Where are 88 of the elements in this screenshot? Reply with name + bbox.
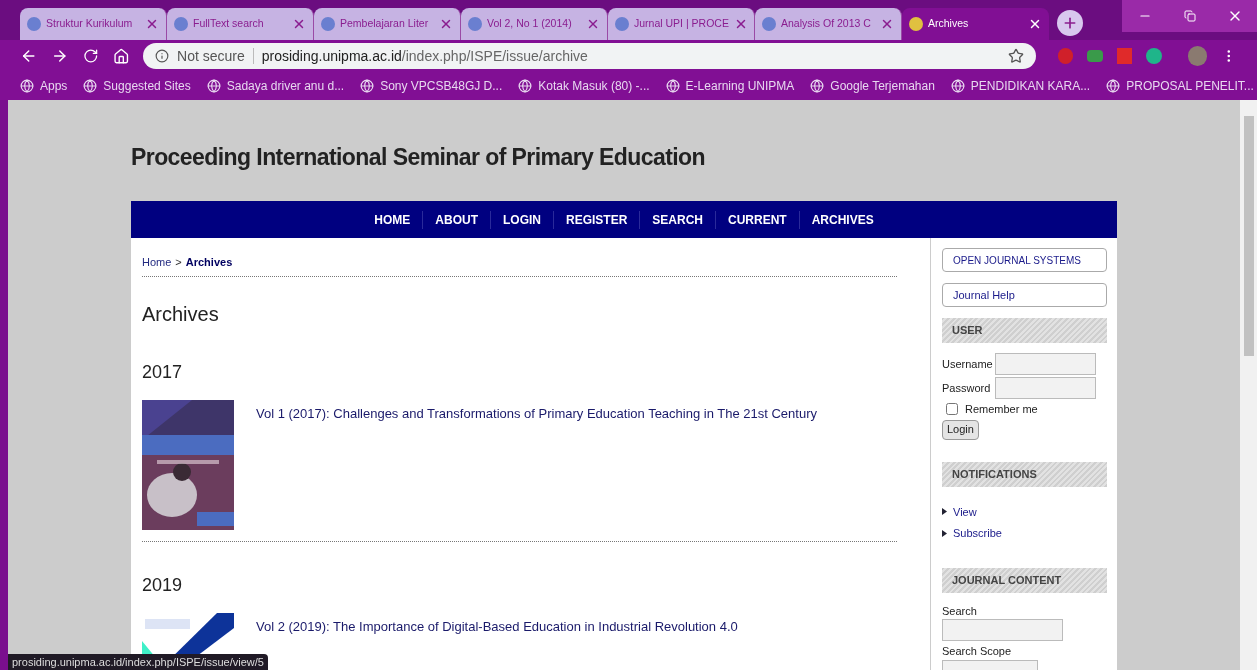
sidebar-button[interactable]: OPEN JOURNAL SYSTEMS xyxy=(942,248,1107,272)
issue-link[interactable]: Vol 2 (2019): The Importance of Digital-Based Education in Industrial Revolution 4.0 xyxy=(256,616,738,636)
bookmark-item[interactable]: Google Terjemahan xyxy=(810,77,935,95)
bookmark-item[interactable]: Sadaya driver anu d... xyxy=(206,77,345,95)
close-icon[interactable] xyxy=(439,17,453,31)
page-heading: Archives xyxy=(142,301,220,327)
field-label: Username xyxy=(942,356,993,372)
breadcrumb-separator: > xyxy=(175,255,182,270)
nav-link[interactable]: CURRENT xyxy=(715,210,799,229)
reload-icon[interactable] xyxy=(82,48,99,64)
field-label: Search Scope xyxy=(942,644,1013,659)
bookmark-star-icon[interactable] xyxy=(1007,48,1024,64)
site-favicon-icon xyxy=(321,17,335,31)
section-header: JOURNAL CONTENT xyxy=(942,567,1107,593)
bookmark-item[interactable]: Suggested Sites xyxy=(83,77,191,95)
restore-icon xyxy=(1183,10,1196,22)
field-label: Search xyxy=(942,603,978,619)
extension-icon[interactable] xyxy=(1146,48,1162,64)
browser-tab[interactable]: Archives xyxy=(902,8,1049,40)
globe-icon xyxy=(1106,79,1121,93)
browser-tab[interactable]: Analysis Of 2013 C xyxy=(755,8,902,40)
profile-avatar[interactable] xyxy=(1188,46,1208,66)
address-bar[interactable]: Not secure prosiding.unipma.ac.id/index.php/ISPE/issue/archive xyxy=(143,43,1036,69)
globe-icon xyxy=(206,79,221,93)
bookmark-item[interactable]: Sony VPCSB48GJ D... xyxy=(360,77,503,95)
nav-link[interactable]: REGISTER xyxy=(553,210,640,229)
bookmark-item[interactable]: E-Learning UNIPMA xyxy=(665,77,795,95)
browser-tab[interactable]: FullText search xyxy=(167,8,314,40)
browser-tab[interactable]: Struktur Kurikulum xyxy=(20,8,167,40)
close-icon[interactable] xyxy=(292,17,306,31)
close-icon[interactable] xyxy=(880,17,894,31)
globe-icon xyxy=(83,79,98,93)
remember-checkbox[interactable] xyxy=(946,403,958,416)
nav-link[interactable]: ABOUT xyxy=(422,210,490,229)
plus-icon xyxy=(1062,15,1078,31)
home-icon[interactable] xyxy=(112,47,130,65)
globe-icon xyxy=(360,79,375,93)
login-button[interactable]: Login xyxy=(942,419,979,440)
sidebar-link[interactable]: View xyxy=(942,503,1107,520)
close-button[interactable] xyxy=(1212,0,1257,32)
section-header: USER xyxy=(942,318,1107,343)
bookmark-item[interactable]: PROPOSAL PENELIT... xyxy=(1106,77,1254,95)
site-favicon-icon xyxy=(27,17,41,31)
bookmark-item[interactable]: Apps xyxy=(20,77,68,95)
year-heading: 2019 xyxy=(142,573,184,597)
bullet-icon xyxy=(942,529,947,537)
breadcrumb-link[interactable]: Archives xyxy=(185,254,233,271)
globe-icon xyxy=(810,79,825,93)
input-field[interactable] xyxy=(995,353,1096,375)
globe-icon xyxy=(20,79,34,93)
globe-icon xyxy=(665,79,680,93)
info-icon xyxy=(155,49,170,63)
checkbox-label: Remember me xyxy=(965,402,1038,417)
site-favicon-icon xyxy=(174,17,188,31)
site-favicon-icon xyxy=(468,17,482,31)
site-favicon-icon xyxy=(909,17,923,31)
url-text: prosiding.unipma.ac.id/index.php/ISPE/issue/archive xyxy=(261,46,588,66)
browser-tab[interactable]: Pembelajaran Liter xyxy=(314,8,461,40)
close-icon[interactable] xyxy=(1028,17,1042,31)
sidebar-link[interactable]: Subscribe xyxy=(942,525,1107,542)
globe-icon xyxy=(518,79,533,93)
site-title: Proceeding International Seminar of Primary Education xyxy=(131,143,707,172)
bullet-icon xyxy=(942,508,947,516)
bookmark-item[interactable]: Kotak Masuk (80) -... xyxy=(518,77,650,95)
bookmark-item[interactable]: PENDIDIKAN KARA... xyxy=(950,77,1091,95)
search-field[interactable] xyxy=(942,619,1063,641)
close-icon[interactable] xyxy=(586,17,600,31)
close-icon[interactable] xyxy=(145,17,159,31)
year-heading: 2017 xyxy=(142,360,184,384)
browser-tab[interactable]: Jurnal UPI | PROCE xyxy=(608,8,755,40)
field-label: Password xyxy=(942,380,992,396)
nav-link[interactable]: SEARCH xyxy=(639,210,715,229)
site-favicon-icon xyxy=(762,17,776,31)
security-label: Not secure xyxy=(177,46,245,66)
nav-link[interactable]: ARCHIVES xyxy=(798,210,886,229)
extension-icon[interactable] xyxy=(1087,50,1103,62)
site-favicon-icon xyxy=(615,17,629,31)
new-tab-button[interactable] xyxy=(1057,10,1083,36)
browser-tab[interactable]: Vol 2, No 1 (2014) xyxy=(461,8,608,40)
sidebar-button[interactable]: Journal Help xyxy=(942,283,1107,307)
nav-link[interactable]: LOGIN xyxy=(490,210,553,229)
globe-icon xyxy=(950,79,965,93)
nav-link[interactable]: HOME xyxy=(362,210,423,229)
section-header: NOTIFICATIONS xyxy=(942,461,1107,487)
input-field[interactable] xyxy=(995,377,1096,399)
status-url: prosiding.unipma.ac.id/index.php/ISPE/issue/view/5 xyxy=(8,654,268,670)
issue-link[interactable]: Vol 1 (2017): Challenges and Transformations of Primary Education Teaching in The 21st Century xyxy=(256,403,817,423)
breadcrumb-link[interactable]: Home xyxy=(142,254,172,271)
